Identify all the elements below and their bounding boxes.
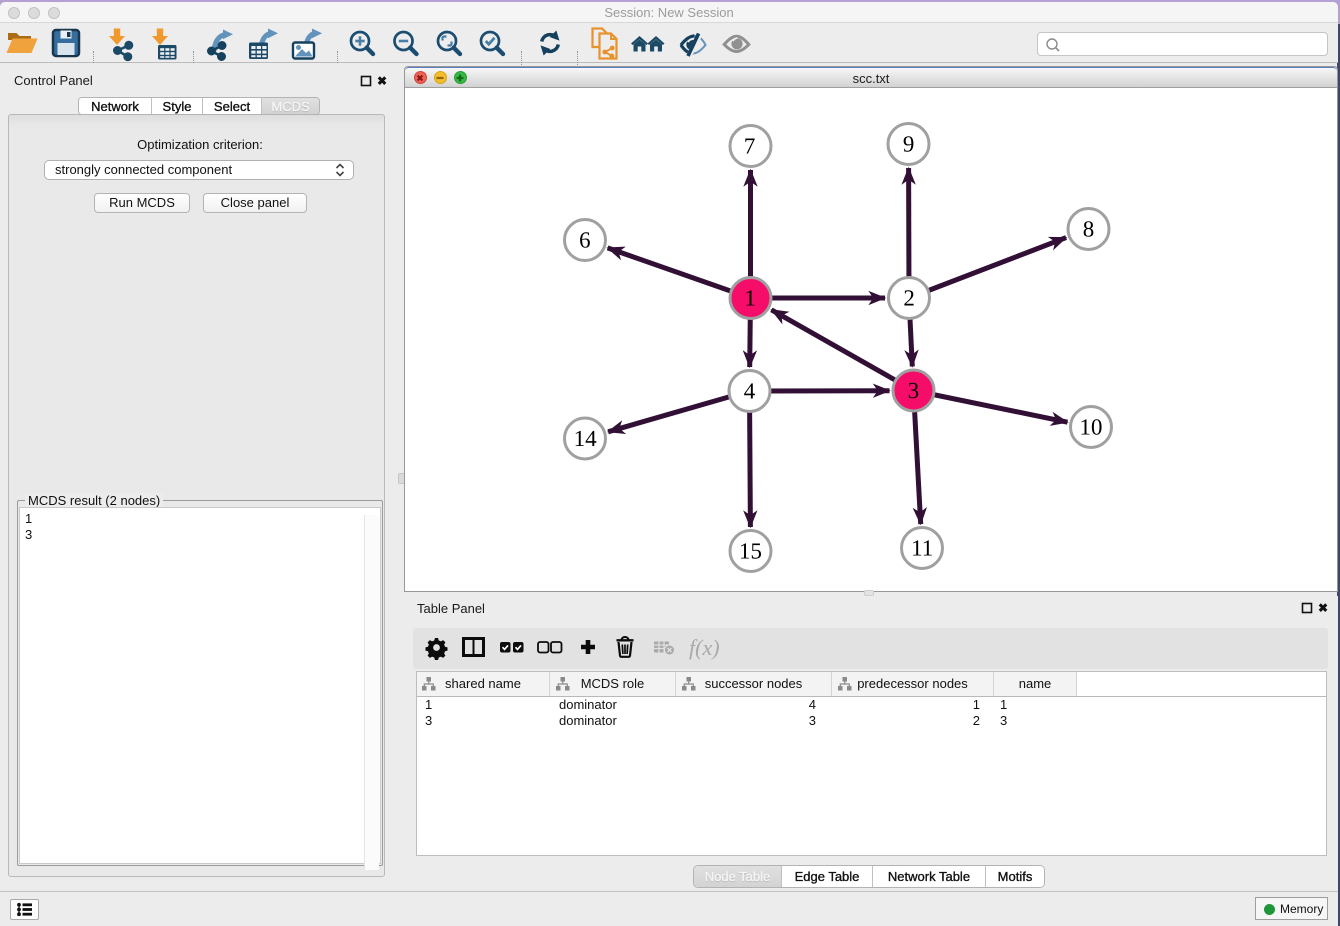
svg-text:f(x): f(x) — [689, 635, 720, 660]
